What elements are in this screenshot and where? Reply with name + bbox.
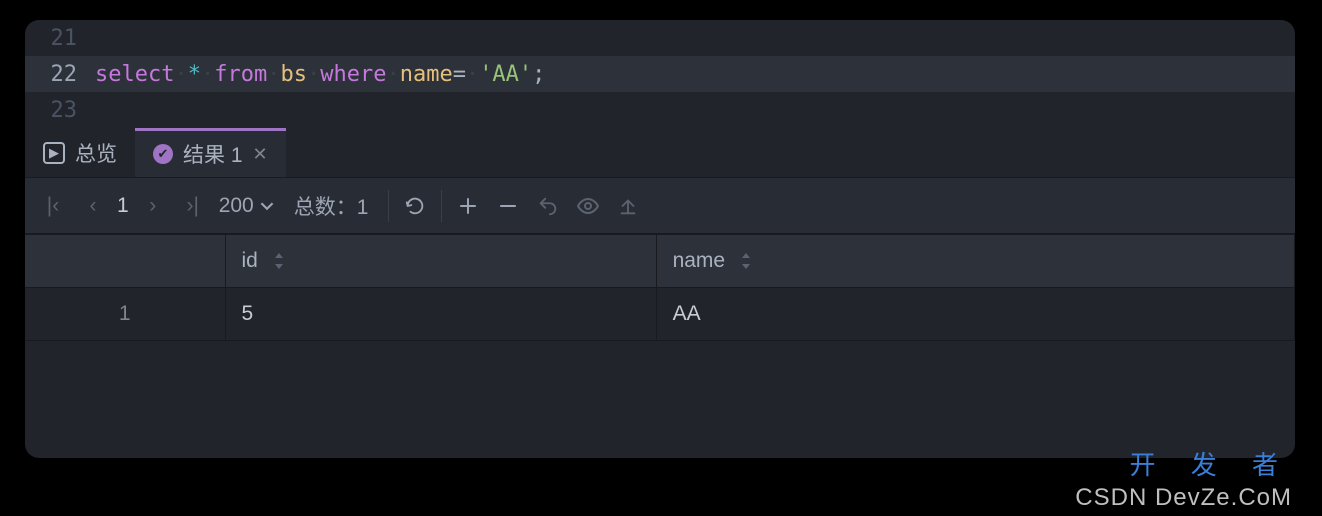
line-number: 23 [25,98,95,123]
cell-id[interactable]: 5 [225,288,656,341]
sort-icon [741,253,751,269]
page-size-value: 200 [219,194,254,218]
tab-overview[interactable]: ▶ 总览 [25,128,135,177]
cell-name[interactable]: AA [656,288,1294,341]
preview-button[interactable] [568,186,608,226]
row-number-header [25,235,225,288]
result-toolbar: |‹ ‹ 1 › ›| 200 总数：1 [25,178,1295,234]
upload-icon [617,195,639,217]
tab-label: 结果 1 [183,139,243,169]
refresh-icon [404,195,426,217]
divider [388,190,389,222]
prev-page-button[interactable]: ‹ [73,186,113,226]
next-page-button[interactable]: › [133,186,173,226]
page-size-select[interactable]: 200 [213,194,280,218]
sql-editor[interactable]: 21 22 select·*·from·bs·where·name=·'AA';… [25,20,1295,128]
check-icon: ✔ [153,144,173,164]
undo-icon [537,195,559,217]
tab-result-1[interactable]: ✔ 结果 1 ✕ [135,128,286,177]
row-number: 1 [25,288,225,341]
column-header-id[interactable]: id [225,235,656,288]
overview-icon: ▶ [43,142,65,164]
line-number: 21 [25,26,95,51]
sort-icon [274,253,284,269]
add-row-button[interactable] [448,186,488,226]
result-tabs: ▶ 总览 ✔ 结果 1 ✕ [25,128,1295,178]
total-count: 总数：1 [280,191,383,221]
code-line: 22 select·*·from·bs·where·name=·'AA'; [25,56,1295,92]
minus-icon [498,196,518,216]
commit-button[interactable] [608,186,648,226]
code-line: 21 [25,20,1295,56]
page-number: 1 [113,194,133,218]
code-content: select·*·from·bs·where·name=·'AA'; [95,62,545,87]
undo-button[interactable] [528,186,568,226]
plus-icon [458,196,478,216]
last-page-button[interactable]: ›| [173,186,213,226]
eye-icon [576,194,600,218]
table-header-row: id name [25,235,1295,288]
divider [441,190,442,222]
refresh-button[interactable] [395,186,435,226]
column-header-name[interactable]: name [656,235,1294,288]
watermark-line2: CSDN DevZe.CoM [1075,484,1292,512]
close-icon[interactable]: ✕ [253,144,268,165]
chevron-down-icon [260,199,274,213]
result-table: id name 1 5 AA [25,234,1295,341]
ide-panel: 21 22 select·*·from·bs·where·name=·'AA';… [25,20,1295,458]
delete-row-button[interactable] [488,186,528,226]
table-row[interactable]: 1 5 AA [25,288,1295,341]
watermark-line1: 开 发 者 [1130,445,1292,482]
tab-label: 总览 [75,138,117,168]
line-number: 22 [25,62,95,87]
first-page-button[interactable]: |‹ [33,186,73,226]
code-line: 23 [25,92,1295,128]
